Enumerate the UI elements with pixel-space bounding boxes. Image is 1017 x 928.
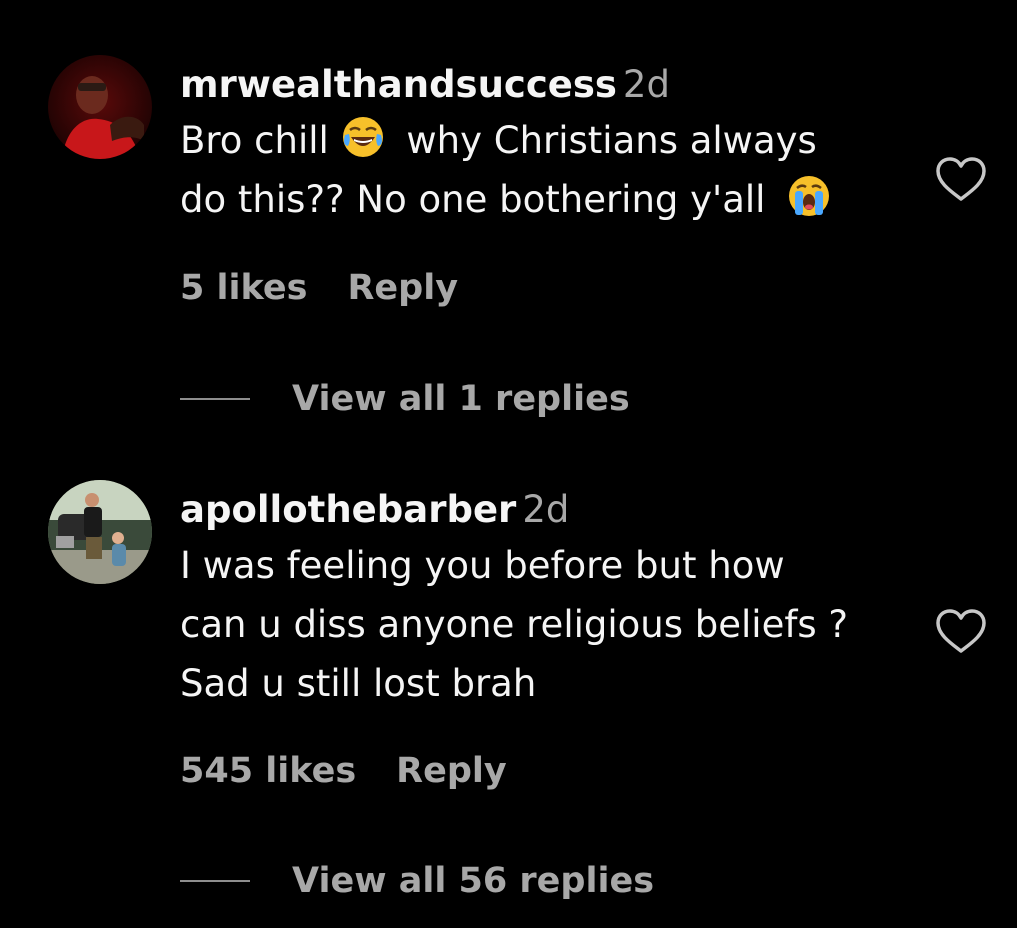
timestamp: 2d (522, 488, 570, 531)
face-with-tears-of-joy-icon (341, 115, 385, 159)
view-replies-label: View all 1 replies (292, 379, 630, 419)
replies-divider (180, 880, 250, 882)
comment-meta: 5 likes Reply (180, 266, 458, 310)
timestamp: 2d (622, 63, 670, 106)
comment-header: apollothebarber 2d (180, 488, 920, 532)
like-heart-icon[interactable] (934, 155, 988, 203)
like-heart-icon[interactable] (934, 607, 988, 655)
view-replies-label: View all 56 replies (292, 861, 655, 901)
view-replies-button[interactable]: View all 56 replies (180, 859, 654, 903)
comment-text: I was feeling you before but how can u d… (180, 536, 920, 713)
likes-count[interactable]: 5 likes (180, 268, 307, 308)
likes-count[interactable]: 545 likes (180, 751, 356, 791)
replies-divider (180, 398, 250, 400)
username[interactable]: mrwealthandsuccess (180, 63, 617, 106)
comment-header: mrwealthandsuccess 2d (180, 63, 920, 107)
view-replies-button[interactable]: View all 1 replies (180, 377, 630, 421)
comment-meta: 545 likes Reply (180, 749, 507, 793)
comment-text: Bro chill why Christians always do this?… (180, 111, 920, 229)
reply-button[interactable]: Reply (396, 751, 507, 791)
comment-text-part: why Christians always (406, 119, 817, 162)
loudly-crying-face-icon (787, 174, 831, 218)
comment-text-part: do this?? No one bothering y'all (180, 178, 766, 221)
avatar-mrwealthandsuccess[interactable] (48, 55, 152, 159)
avatar-apollothebarber[interactable] (48, 480, 152, 584)
reply-button[interactable]: Reply (347, 268, 458, 308)
comment-text-line: Sad u still lost brah (180, 662, 537, 705)
comment-text-part: Bro chill (180, 119, 329, 162)
username[interactable]: apollothebarber (180, 488, 516, 531)
comment-text-line: can u diss anyone religious beliefs ? (180, 603, 849, 646)
comment-text-line: I was feeling you before but how (180, 544, 785, 587)
